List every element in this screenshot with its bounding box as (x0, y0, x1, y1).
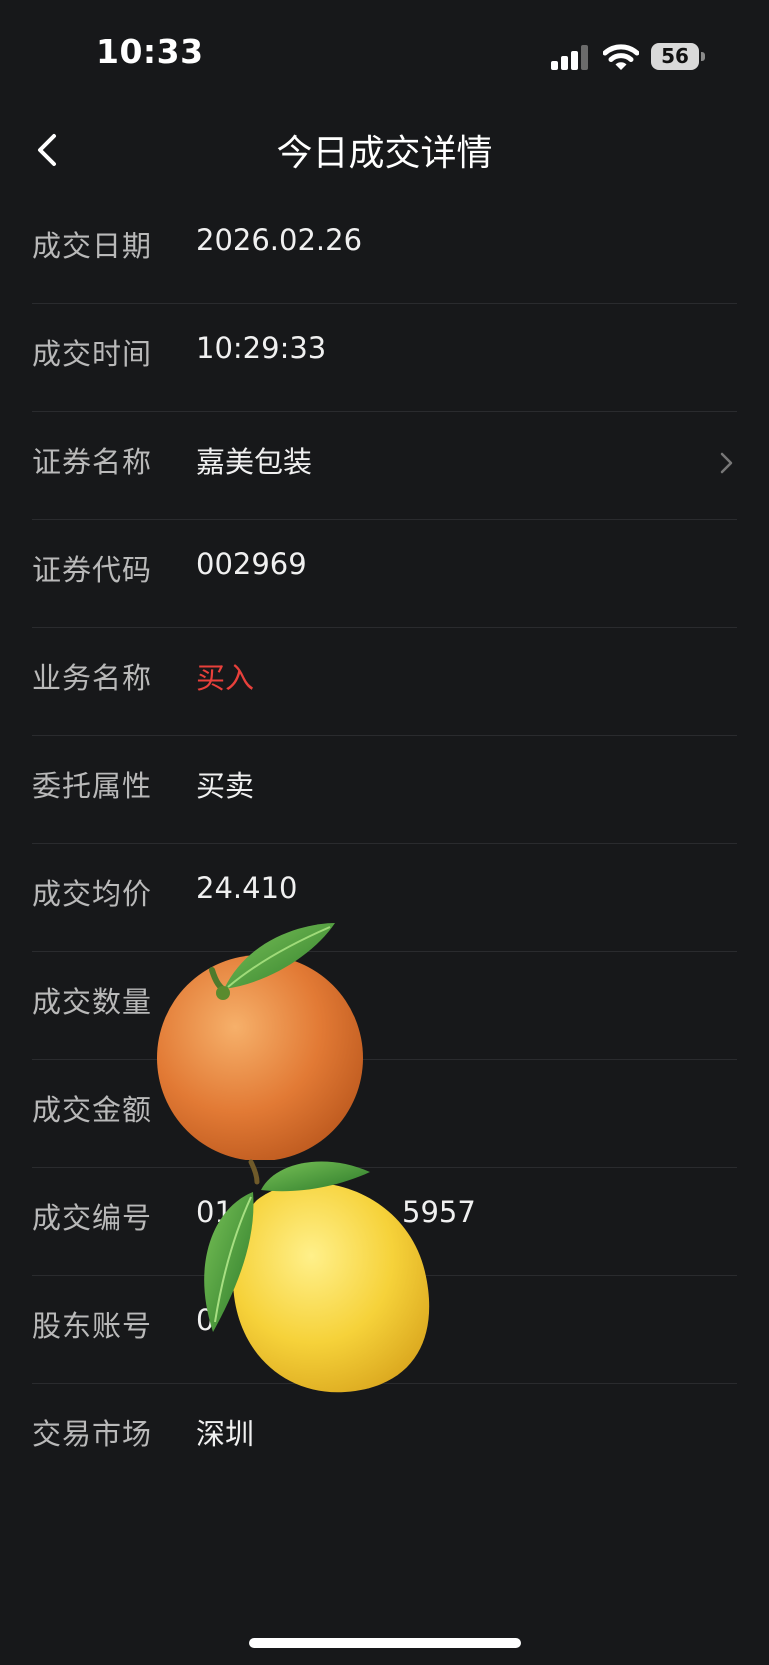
row-value-buy: 买入 (196, 661, 255, 695)
row-security-name[interactable]: 证券名称 嘉美包装 (32, 412, 737, 520)
row-label: 证券名称 (32, 445, 153, 479)
orange-emoji (157, 923, 363, 1160)
row-trade-time: 成交时间 10:29:33 (32, 304, 737, 412)
row-value: 深圳 (196, 1417, 255, 1451)
row-trade-date: 成交日期 2026.02.26 (32, 196, 737, 304)
row-quantity: 成交数量 (32, 952, 737, 1060)
row-label: 成交编号 (32, 1201, 153, 1235)
row-security-code: 证券代码 002969 (32, 520, 737, 628)
row-value: 24.410 (196, 871, 298, 905)
row-label: 业务名称 (32, 661, 153, 695)
page-title: 今日成交详情 (276, 133, 493, 174)
row-label: 成交金额 (32, 1093, 153, 1127)
battery-icon: 56 (651, 43, 699, 70)
chevron-right-icon[interactable] (717, 448, 737, 478)
row-value: 10:29:33 (196, 331, 327, 365)
row-label: 成交时间 (32, 337, 153, 371)
row-label: 成交日期 (32, 229, 153, 263)
row-order-attribute: 委托属性 买卖 (32, 736, 737, 844)
row-value: 002969 (196, 547, 307, 581)
row-average-price: 成交均价 24.410 (32, 844, 737, 952)
row-value: 嘉美包装 (196, 445, 313, 479)
row-value: 买卖 (196, 769, 255, 803)
row-label: 股东账号 (32, 1309, 153, 1343)
cellular-signal-icon (551, 44, 591, 70)
row-value: 2026.02.26 (196, 223, 363, 257)
battery-cap (701, 52, 705, 61)
wifi-icon (603, 44, 639, 70)
lemon-emoji (204, 1159, 430, 1393)
row-label: 委托属性 (32, 769, 153, 803)
home-indicator[interactable] (249, 1638, 521, 1648)
row-label: 成交均价 (32, 877, 153, 911)
row-business-name: 业务名称 买入 (32, 628, 737, 736)
row-label: 交易市场 (32, 1417, 153, 1451)
nav-bar: 今日成交详情 (0, 110, 769, 190)
row-label: 证券代码 (32, 553, 153, 587)
row-label: 成交数量 (32, 985, 153, 1019)
status-bar: 10:33 56 (0, 0, 769, 110)
status-time: 10:33 (96, 32, 204, 71)
